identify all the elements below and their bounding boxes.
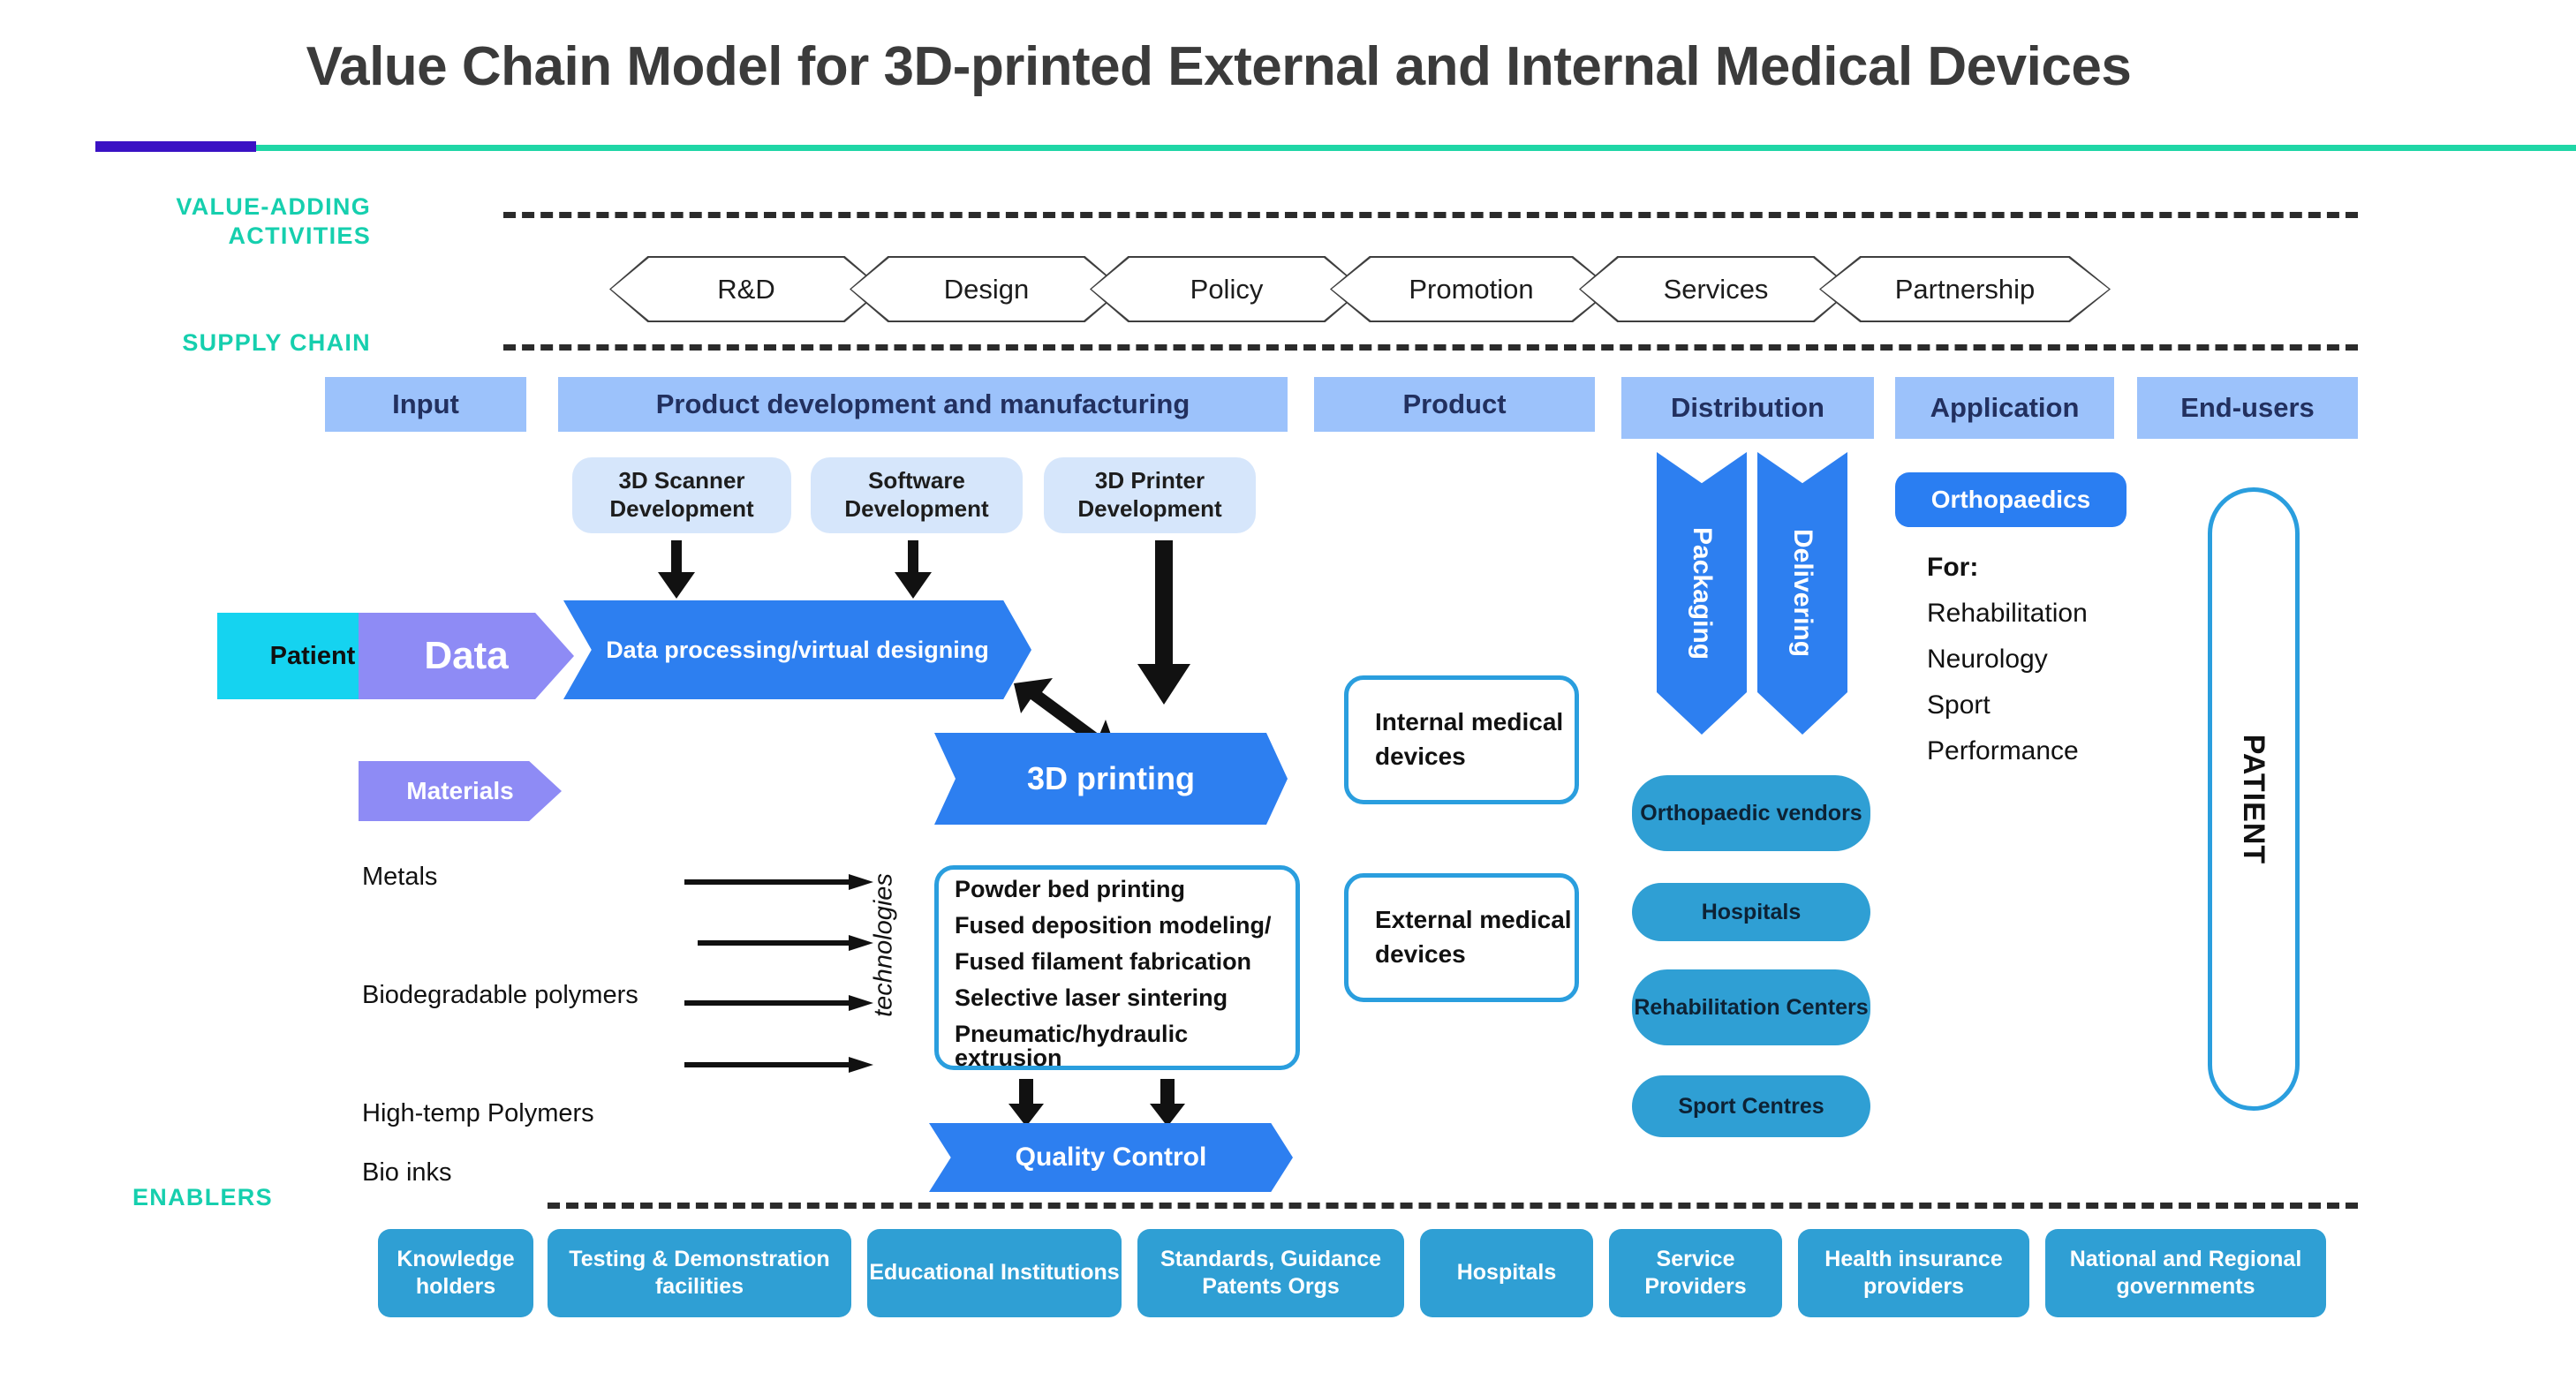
chevron-quality-control[interactable]: Quality Control [929, 1123, 1293, 1192]
product-box-internal[interactable]: Internal medical devices [1344, 675, 1579, 804]
application-use-rehabilitation: Rehabilitation [1927, 599, 2088, 628]
enabler-service-providers[interactable]: Service Providers [1609, 1229, 1782, 1317]
divider-supply-chain [503, 344, 2358, 351]
technology-item: Powder bed printing [955, 876, 1185, 902]
channel-orthopaedic-vendors[interactable]: Orthopaedic vendors [1632, 775, 1870, 851]
arrow-scanner-down [658, 540, 695, 599]
section-label-supply-chain: SUPPLY CHAIN [182, 329, 371, 356]
arrow-packaging-label: Packaging [1688, 526, 1717, 660]
value-adding-line-2: ACTIVITIES [228, 222, 371, 249]
activity-label: Design [943, 273, 1030, 305]
section-label-enablers: ENABLERS [132, 1184, 273, 1210]
material-label-biodegradable: Biodegradable polymers [362, 981, 638, 1009]
chevron-materials[interactable]: Materials [359, 761, 562, 821]
end-user-patient-box[interactable]: PATIENT [2208, 487, 2300, 1111]
technologies-label: technologies [869, 873, 898, 1017]
enabler-health-insurance[interactable]: Health insurance providers [1798, 1229, 2029, 1317]
material-label-hightemp: High-temp Polymers [362, 1099, 594, 1127]
technology-item: Selective laser sintering [955, 984, 1228, 1011]
activity-label: Promotion [1409, 273, 1534, 305]
channel-rehabilitation-centers[interactable]: Rehabilitation Centers [1632, 969, 1870, 1045]
product-box-external[interactable]: External medical devices [1344, 873, 1579, 1002]
application-use-neurology: Neurology [1927, 645, 2048, 674]
enabler-knowledge-holders[interactable]: Knowledge holders [378, 1229, 533, 1317]
section-label-value-adding: VALUE-ADDING ACTIVITIES [132, 192, 371, 251]
activity-hex-partnership[interactable]: Partnership [1819, 256, 2111, 322]
page-title: Value Chain Model for 3D-printed Externa… [306, 36, 2132, 97]
stage-bar-end-users[interactable]: End-users [2137, 377, 2358, 439]
chevron-data-processing[interactable]: Data processing/virtual designing [563, 600, 1031, 699]
activity-hex-promotion[interactable]: Promotion [1330, 256, 1613, 322]
material-label-metals: Metals [362, 863, 438, 891]
product-label-external: External medical devices [1375, 906, 1572, 968]
dev-box-3d-scanner[interactable]: 3D Scanner Development [572, 457, 791, 533]
accent-bar-teal [256, 145, 2576, 151]
divider-value-adding [503, 212, 2358, 218]
technology-item: Fused filament fabrication [955, 948, 1252, 975]
arrow-metals [684, 874, 873, 890]
activity-hex-services[interactable]: Services [1579, 256, 1853, 322]
technology-item: Pneumatic/hydraulic extrusion [955, 1021, 1189, 1071]
chevron-data[interactable]: Data [359, 613, 574, 699]
arrow-to-qc-right [1150, 1079, 1185, 1127]
arrow-delivering-label: Delivering [1788, 529, 1817, 658]
value-adding-line-1: VALUE-ADDING [176, 193, 371, 220]
activity-hex-design[interactable]: Design [850, 256, 1123, 322]
stage-bar-product-development[interactable]: Product development and manufacturing [558, 377, 1288, 432]
dev-box-3d-printer[interactable]: 3D Printer Development [1044, 457, 1256, 533]
enabler-standards-guidance[interactable]: Standards, Guidance Patents Orgs [1137, 1229, 1404, 1317]
arrow-bioinks [684, 1057, 873, 1073]
stage-bar-input[interactable]: Input [325, 377, 526, 432]
activity-label: Partnership [1894, 273, 2036, 305]
stage-bar-product[interactable]: Product [1314, 377, 1595, 432]
stage-bar-distribution[interactable]: Distribution [1621, 377, 1874, 439]
arrow-software-down [895, 540, 932, 599]
activity-label: Policy [1190, 273, 1264, 305]
application-for-label: For: [1927, 553, 1979, 582]
stage-bar-application[interactable]: Application [1895, 377, 2114, 439]
arrow-packaging[interactable]: Packaging [1657, 452, 1747, 735]
enabler-educational-institutions[interactable]: Educational Institutions [867, 1229, 1122, 1317]
technologies-box: Powder bed printing Fused deposition mod… [934, 865, 1300, 1070]
channel-hospitals[interactable]: Hospitals [1632, 883, 1870, 941]
arrow-biodegradable [698, 935, 873, 951]
enabler-governments[interactable]: National and Regional governments [2045, 1229, 2326, 1317]
application-use-sport: Sport [1927, 690, 1991, 720]
dev-box-software[interactable]: Software Development [811, 457, 1023, 533]
activity-label: Services [1663, 273, 1769, 305]
arrow-delivering[interactable]: Delivering [1757, 452, 1847, 735]
enabler-hospitals[interactable]: Hospitals [1420, 1229, 1593, 1317]
divider-enablers [548, 1203, 2358, 1209]
diagram-canvas: Value Chain Model for 3D-printed Externa… [0, 0, 2576, 1380]
technology-item: Fused deposition modeling/ [955, 912, 1272, 939]
enabler-testing-demonstration[interactable]: Testing & Demonstration facilities [548, 1229, 851, 1317]
accent-bar-indigo [95, 141, 256, 152]
end-user-patient-label: PATIENT [2237, 734, 2271, 864]
application-use-performance: Performance [1927, 736, 2079, 765]
activity-label: R&D [717, 273, 775, 305]
arrow-to-qc-left [1008, 1079, 1044, 1127]
channel-sport-centres[interactable]: Sport Centres [1632, 1075, 1870, 1137]
product-label-internal: Internal medical devices [1375, 708, 1564, 770]
technologies-label-wrap: technologies [861, 873, 905, 1017]
application-specialty-orthopaedics[interactable]: Orthopaedics [1895, 472, 2127, 527]
chevron-3d-printing[interactable]: 3D printing [934, 733, 1288, 825]
activity-hex-rd[interactable]: R&D [609, 256, 883, 322]
arrow-hightemp [684, 995, 873, 1011]
activity-hex-policy[interactable]: Policy [1090, 256, 1364, 322]
